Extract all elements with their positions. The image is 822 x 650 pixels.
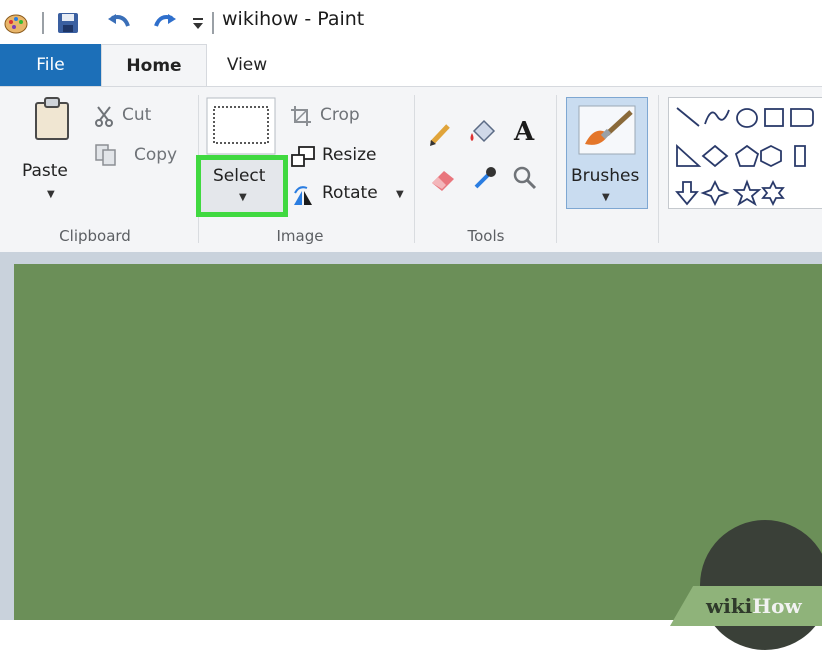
separator: [212, 12, 214, 34]
save-icon[interactable]: [54, 10, 82, 36]
clipboard-icon: [35, 97, 69, 140]
select-button[interactable]: Select ▼: [196, 155, 288, 217]
paste-label: Paste: [22, 161, 68, 181]
resize-button[interactable]: Resize: [290, 143, 390, 173]
watermark-circle: [700, 520, 822, 650]
fill-icon[interactable]: [468, 117, 498, 149]
crop-button[interactable]: Crop: [290, 103, 380, 133]
crop-label: Crop: [320, 105, 360, 125]
copy-button[interactable]: Copy: [94, 141, 186, 171]
paint-app-icon[interactable]: [2, 10, 30, 36]
undo-icon[interactable]: [104, 10, 134, 36]
clipboard-group-label: Clipboard: [59, 227, 131, 245]
cut-button[interactable]: Cut: [94, 103, 180, 133]
window-title: wikihow - Paint: [222, 8, 365, 30]
tab-file[interactable]: File: [0, 44, 101, 86]
customize-dropdown-icon[interactable]: [190, 10, 206, 36]
tools-group-label: Tools: [467, 227, 505, 245]
wikihow-watermark: wikiHow: [706, 594, 802, 618]
paste-dropdown-caret: ▼: [47, 189, 55, 200]
group-separator: [414, 95, 415, 243]
copy-icon: [95, 144, 116, 166]
select-label: Select: [213, 166, 266, 186]
brush-icon: [578, 105, 636, 155]
rotate-button[interactable]: Rotate ▼: [290, 181, 410, 211]
eraser-icon[interactable]: [428, 165, 458, 195]
group-separator: [556, 95, 557, 243]
separator: [42, 12, 44, 34]
drawing-canvas[interactable]: [14, 264, 822, 620]
image-group-label: Image: [276, 227, 324, 245]
brushes-button[interactable]: Brushes ▼: [566, 97, 648, 209]
paste-button[interactable]: Paste ▼: [22, 93, 88, 213]
select-icon[interactable]: [206, 97, 276, 155]
scissors-icon: [95, 106, 113, 127]
watermark-how: How: [752, 594, 802, 618]
pencil-icon[interactable]: [428, 121, 454, 151]
shapes-gallery[interactable]: [668, 97, 822, 209]
select-dropdown-caret: ▼: [239, 192, 247, 203]
text-icon[interactable]: A: [514, 117, 534, 147]
magnifier-icon[interactable]: [512, 165, 538, 195]
crop-icon: [291, 106, 311, 126]
rotate-dropdown-caret: ▼: [396, 189, 404, 200]
ribbon: Paste ▼ Cut Copy Clipboard Select ▼ Crop…: [0, 86, 822, 252]
title-bar: wikihow - Paint: [0, 0, 822, 44]
rotate-icon: [294, 186, 312, 205]
tab-view[interactable]: View: [207, 44, 287, 86]
brushes-label: Brushes: [571, 166, 640, 186]
resize-label: Resize: [322, 145, 377, 165]
shapes-icon: [675, 107, 814, 207]
redo-icon[interactable]: [150, 10, 180, 36]
ribbon-tabs: File Home View: [0, 44, 822, 86]
resize-icon: [291, 146, 315, 167]
rotate-label: Rotate: [322, 183, 378, 203]
tab-home[interactable]: Home: [101, 44, 207, 86]
copy-label: Copy: [134, 145, 178, 165]
color-picker-icon[interactable]: [472, 165, 498, 195]
group-separator: [658, 95, 659, 243]
brushes-dropdown-caret: ▼: [602, 192, 610, 203]
watermark-wiki: wiki: [706, 594, 753, 618]
cut-label: Cut: [122, 105, 152, 125]
